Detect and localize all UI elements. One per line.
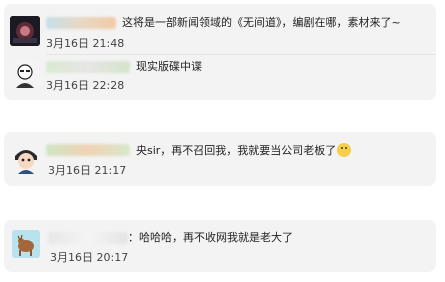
username[interactable] [46, 144, 130, 156]
comment-text: ：哈哈哈，再不收网我就是老大了 [128, 231, 293, 244]
avatar[interactable] [12, 230, 40, 258]
reply-time: 3月16日 22:28 [46, 79, 125, 92]
username[interactable] [46, 17, 116, 29]
avatar[interactable] [12, 144, 40, 174]
reply-username[interactable] [46, 61, 130, 73]
avatar-image-icon [10, 60, 40, 90]
reply-avatar[interactable] [10, 60, 40, 90]
avatar-image-icon [12, 230, 40, 258]
comment-card: 央sir，再不召回我，我就要当公司老板了 3月16日 21:17 [4, 132, 436, 186]
comment-card: 这将是一部新闻领域的《无间道》，编剧在哪，素材来了~ 3月16日 21:48 现… [4, 4, 436, 100]
comment-text: 央sir，再不召回我，我就要当公司老板了 [136, 143, 352, 158]
reply-text: 现实版碟中谍 [136, 60, 202, 73]
username[interactable] [48, 232, 128, 244]
comment-time: 3月16日 20:17 [50, 251, 129, 264]
comment-time: 3月16日 21:17 [48, 164, 127, 177]
smile-emoji-icon [337, 143, 352, 157]
avatar[interactable] [10, 16, 40, 46]
divider [46, 54, 436, 55]
avatar-image-icon [15, 150, 37, 174]
comment-text: 这将是一部新闻领域的《无间道》，编剧在哪，素材来了~ [122, 16, 401, 29]
avatar-image-icon [10, 16, 40, 46]
comment-text-content: 央sir，再不召回我，我就要当公司老板了 [136, 144, 337, 157]
comment-card: ：哈哈哈，再不收网我就是老大了 3月16日 20:17 [4, 220, 436, 272]
comment-time: 3月16日 21:48 [46, 37, 125, 50]
